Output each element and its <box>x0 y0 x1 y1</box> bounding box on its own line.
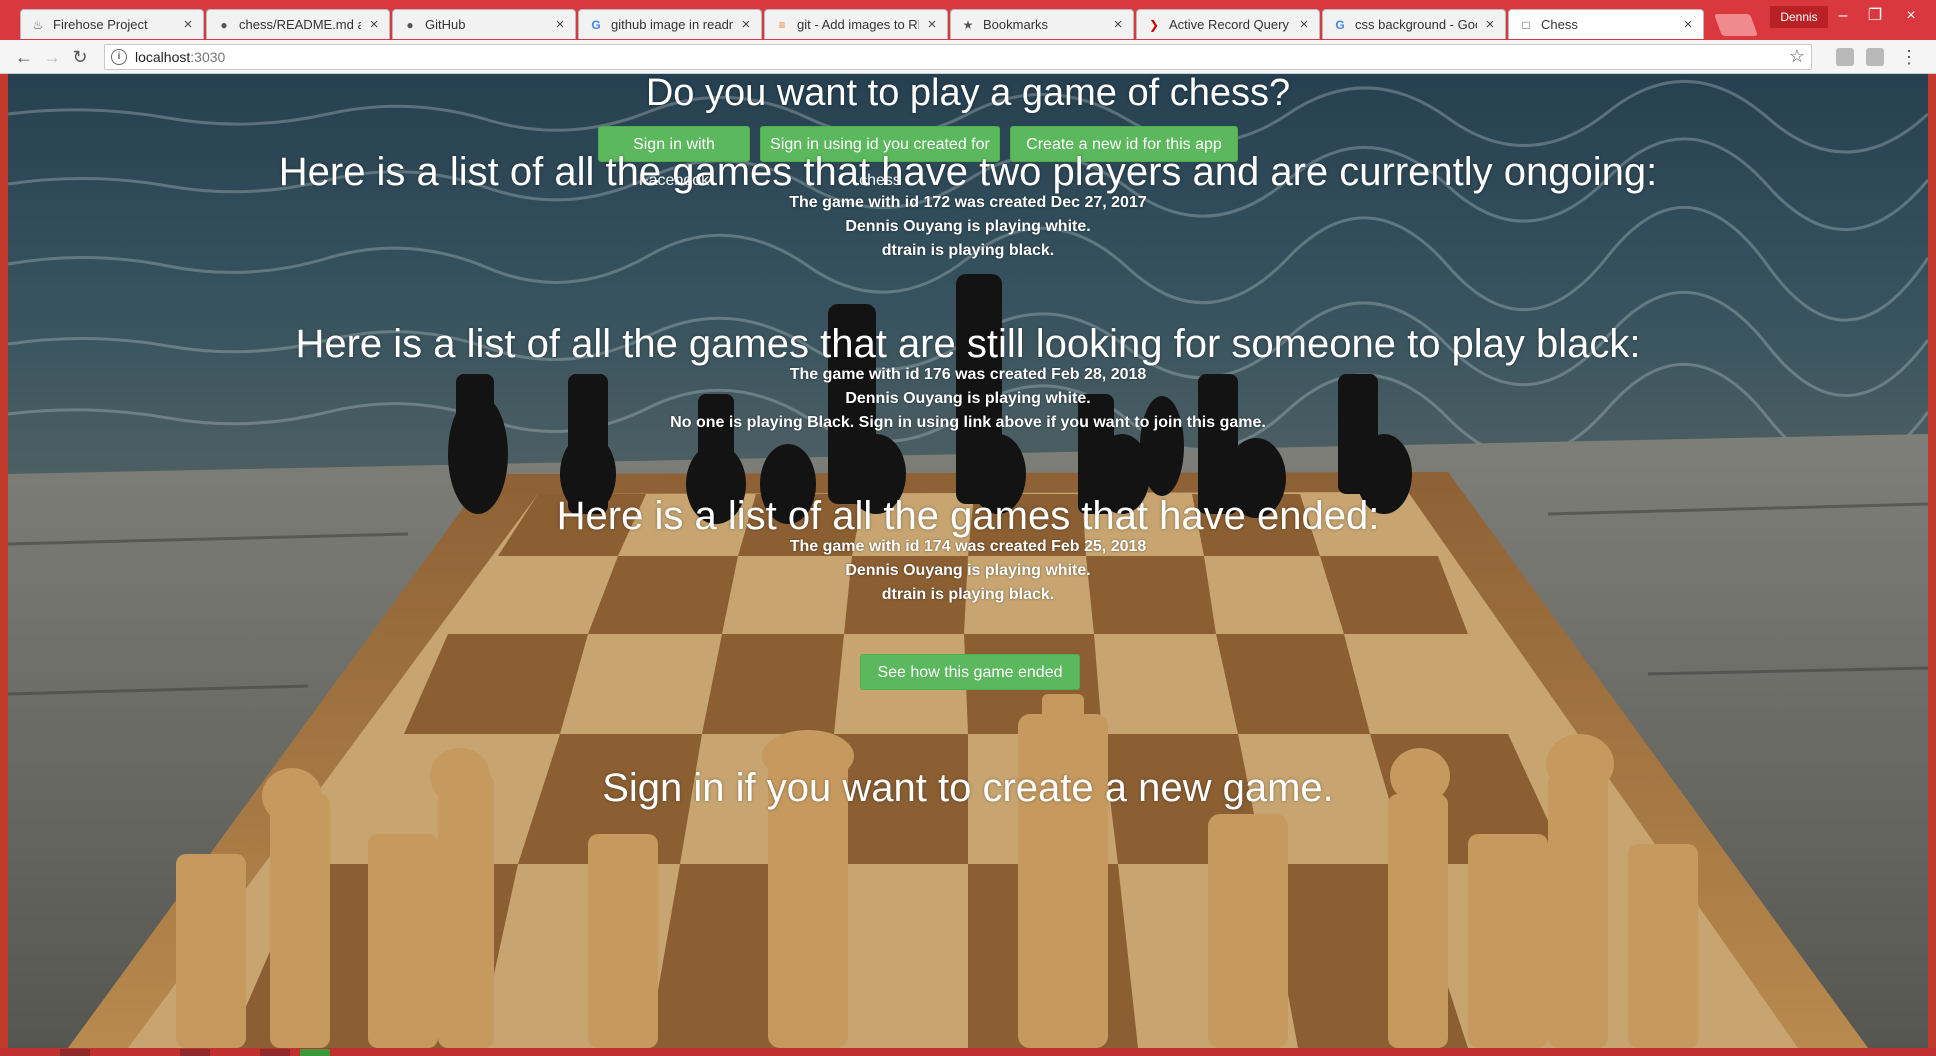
ended-game-white: Dennis Ouyang is playing white. <box>845 562 1091 579</box>
reload-icon[interactable]: ↻ <box>68 45 92 69</box>
open-game-created: The game with id 176 was created Feb 28,… <box>789 366 1147 383</box>
tab-title: Bookmarks <box>983 17 1049 32</box>
tab-active-record[interactable]: ❯ Active Record Query Int × <box>1136 9 1320 39</box>
bookmark-star-icon[interactable]: ☆ <box>1789 46 1805 67</box>
ongoing-games-heading: Here is a list of all the games that hav… <box>278 150 1658 194</box>
taskbar <box>0 1048 1936 1056</box>
forward-icon[interactable]: → <box>40 45 64 69</box>
tab-google-readme[interactable]: G github image in readme × <box>578 9 762 39</box>
taskbar-item[interactable] <box>180 1049 210 1056</box>
open-game-black: No one is playing Black. Sign in using l… <box>670 414 1266 431</box>
extension-icon[interactable] <box>1836 48 1854 66</box>
tab-title: Active Record Query Int <box>1169 17 1291 32</box>
minimize-icon[interactable]: – <box>1828 4 1858 28</box>
new-tab-button[interactable] <box>1713 14 1759 36</box>
see-game-ended-button[interactable]: See how this game ended <box>860 654 1080 690</box>
close-icon[interactable]: × <box>367 16 381 33</box>
ongoing-game-white: Dennis Ouyang is playing white. <box>845 218 1091 235</box>
tab-title: git - Add images to REA <box>797 17 919 32</box>
tab-title: Chess <box>1541 17 1578 32</box>
info-icon[interactable]: i <box>111 49 127 65</box>
close-icon[interactable]: × <box>1297 16 1311 33</box>
tab-css-background[interactable]: G css background - Googl × <box>1322 9 1506 39</box>
tab-firehose[interactable]: ♨ Firehose Project × <box>20 9 204 39</box>
star-icon: ★ <box>962 17 974 32</box>
stackoverflow-icon: ≡ <box>778 17 786 32</box>
ongoing-game-black: dtrain is playing black. <box>881 242 1055 259</box>
tab-readme[interactable]: ● chess/README.md at m × <box>206 9 390 39</box>
github-icon: ● <box>406 17 414 32</box>
extension-icon[interactable] <box>1866 48 1884 66</box>
close-icon[interactable]: × <box>925 16 939 33</box>
close-icon[interactable]: × <box>181 16 195 33</box>
open-game-white: Dennis Ouyang is playing white. <box>845 390 1091 407</box>
tab-title: css background - Googl <box>1355 17 1477 32</box>
close-icon[interactable]: × <box>739 16 753 33</box>
close-icon[interactable]: × <box>1111 16 1125 33</box>
url-host: localhost <box>135 49 191 65</box>
tab-chess[interactable]: □ Chess × <box>1508 9 1704 39</box>
browser-chrome: ♨ Firehose Project × ● chess/README.md a… <box>0 0 1936 74</box>
page-icon: □ <box>1522 17 1530 32</box>
menu-icon[interactable]: ⋮ <box>1900 44 1918 70</box>
rails-icon: ❯ <box>1148 17 1160 32</box>
address-bar[interactable]: i localhost:3030 ☆ <box>104 44 1812 70</box>
back-icon[interactable]: ← <box>12 45 36 69</box>
ended-game-created: The game with id 174 was created Feb 25,… <box>789 538 1147 555</box>
tab-title: chess/README.md at m <box>239 17 361 32</box>
open-games-heading: Here is a list of all the games that are… <box>295 322 1641 366</box>
tab-title: github image in readme <box>611 17 733 32</box>
firehose-icon: ♨ <box>32 17 44 32</box>
ongoing-game-created: The game with id 172 was created Dec 27,… <box>789 194 1147 211</box>
tab-title: GitHub <box>425 17 466 32</box>
page-title: Do you want to play a game of chess? <box>645 74 1291 114</box>
create-game-prompt: Sign in if you want to create a new game… <box>602 766 1334 810</box>
tab-strip: ♨ Firehose Project × ● chess/README.md a… <box>0 0 1936 40</box>
restore-icon[interactable]: ❐ <box>1860 4 1890 28</box>
close-window-icon[interactable]: × <box>1896 4 1926 28</box>
page-viewport: Do you want to play a game of chess? Sig… <box>8 74 1928 1048</box>
github-icon: ● <box>220 17 228 32</box>
url-text: localhost:3030 <box>135 49 225 65</box>
google-icon: G <box>1335 17 1345 32</box>
page-content: Do you want to play a game of chess? Sig… <box>8 74 1928 1048</box>
close-icon[interactable]: × <box>553 16 567 33</box>
google-icon: G <box>591 17 601 32</box>
browser-toolbar: ← → ↻ i localhost:3030 ☆ ⋮ <box>0 40 1936 74</box>
close-icon[interactable]: × <box>1483 16 1497 33</box>
ended-game-black: dtrain is playing black. <box>881 586 1055 603</box>
url-port: :3030 <box>190 49 226 65</box>
tab-bookmarks[interactable]: ★ Bookmarks × <box>950 9 1134 39</box>
close-icon[interactable]: × <box>1681 16 1695 33</box>
profile-button[interactable]: Dennis <box>1770 6 1828 28</box>
taskbar-item[interactable] <box>60 1049 90 1056</box>
taskbar-item[interactable] <box>260 1049 290 1056</box>
ended-games-heading: Here is a list of all the games that hav… <box>556 494 1380 538</box>
tab-stackoverflow[interactable]: ≡ git - Add images to REA × <box>764 9 948 39</box>
tab-github[interactable]: ● GitHub × <box>392 9 576 39</box>
tab-title: Firehose Project <box>53 17 148 32</box>
taskbar-item[interactable] <box>300 1049 330 1056</box>
